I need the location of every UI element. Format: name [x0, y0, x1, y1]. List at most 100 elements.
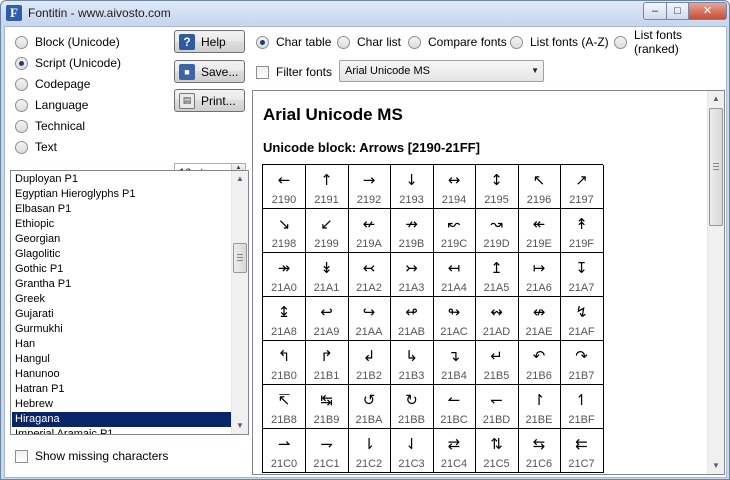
char-cell[interactable]: ↢ 21A2: [348, 253, 391, 297]
list-item[interactable]: Hatran P1: [12, 382, 231, 397]
view-char-list[interactable]: Char list: [337, 34, 401, 50]
char-cell[interactable]: ← 2190: [263, 165, 306, 209]
view-compare-fonts[interactable]: Compare fonts: [408, 34, 507, 50]
minimize-button[interactable]: –: [643, 2, 667, 20]
list-item[interactable]: Glagolitic: [12, 247, 231, 262]
radio-language[interactable]: Language: [15, 97, 88, 113]
list-item[interactable]: Imperial Aramaic P1: [12, 427, 231, 434]
char-cell[interactable]: ↤ 21A4: [433, 253, 476, 297]
char-cell[interactable]: ↛ 219B: [390, 209, 434, 253]
list-item[interactable]: Gujarati: [12, 307, 231, 322]
char-cell[interactable]: ↱ 21B1: [305, 341, 349, 385]
char-cell[interactable]: ⇆ 21C6: [518, 429, 561, 473]
list-item[interactable]: Grantha P1: [12, 277, 231, 292]
char-cell[interactable]: ↰ 21B0: [263, 341, 306, 385]
char-cell[interactable]: ↮ 21AE: [518, 297, 561, 341]
save-button[interactable]: ■ Save...: [174, 60, 245, 83]
char-cell[interactable]: ↚ 219A: [348, 209, 391, 253]
char-cell[interactable]: ↴ 21B4: [433, 341, 476, 385]
list-item[interactable]: Ethiopic: [12, 217, 231, 232]
char-cell[interactable]: ⇄ 21C4: [433, 429, 476, 473]
list-item[interactable]: Egyptian Hieroglyphs P1: [12, 187, 231, 202]
char-cell[interactable]: ↠ 21A0: [263, 253, 306, 297]
char-cell[interactable]: ↕ 2195: [475, 165, 519, 209]
radio-technical[interactable]: Technical: [15, 118, 85, 134]
char-cell[interactable]: ↡ 21A1: [305, 253, 349, 297]
char-cell[interactable]: ↓ 2193: [390, 165, 434, 209]
list-item[interactable]: Hiragana: [12, 412, 231, 427]
radio-script-unicode[interactable]: Script (Unicode): [15, 55, 121, 71]
char-cell[interactable]: ↧ 21A7: [560, 253, 604, 297]
char-cell[interactable]: ↦ 21A6: [518, 253, 561, 297]
char-cell[interactable]: ↵ 21B5: [475, 341, 519, 385]
char-cell[interactable]: ⇀ 21C0: [263, 429, 306, 473]
char-cell[interactable]: ↝ 219D: [475, 209, 519, 253]
list-item[interactable]: Gothic P1: [12, 262, 231, 277]
radio-text[interactable]: Text: [15, 139, 57, 155]
char-cell[interactable]: ↘ 2198: [263, 209, 306, 253]
char-cell[interactable]: ↶ 21B6: [518, 341, 561, 385]
maximize-button[interactable]: □: [667, 2, 689, 20]
close-button[interactable]: ✕: [689, 2, 727, 20]
view-char-table[interactable]: Char table: [256, 34, 331, 50]
char-cell[interactable]: ↞ 219E: [518, 209, 561, 253]
char-cell[interactable]: ↑ 2191: [305, 165, 349, 209]
scroll-down-icon[interactable]: ▼: [232, 418, 248, 434]
char-cell[interactable]: ⇃ 21C3: [390, 429, 434, 473]
view-list-fonts-az[interactable]: List fonts (A-Z): [510, 34, 609, 50]
char-cell[interactable]: ↲ 21B2: [348, 341, 391, 385]
char-cell[interactable]: ↷ 21B7: [560, 341, 604, 385]
radio-codepage[interactable]: Codepage: [15, 76, 90, 92]
char-cell[interactable]: ↾ 21BE: [518, 385, 561, 429]
char-cell[interactable]: ↖ 2196: [518, 165, 561, 209]
char-cell[interactable]: ⇂ 21C2: [348, 429, 391, 473]
scroll-down-icon[interactable]: ▼: [708, 458, 724, 474]
list-item[interactable]: Hanunoo: [12, 367, 231, 382]
list-item[interactable]: Georgian: [12, 232, 231, 247]
show-missing-checkbox[interactable]: Show missing characters: [15, 448, 168, 464]
list-item[interactable]: Greek: [12, 292, 231, 307]
list-item[interactable]: Hebrew: [12, 397, 231, 412]
list-item[interactable]: Han: [12, 337, 231, 352]
title-bar[interactable]: F Fontitin - www.aivosto.com – □ ✕: [1, 1, 729, 25]
filter-fonts-checkbox[interactable]: Filter fonts: [256, 64, 332, 80]
char-cell[interactable]: ↙ 2199: [305, 209, 349, 253]
char-cell[interactable]: → 2192: [348, 165, 391, 209]
char-cell[interactable]: ⇅ 21C5: [475, 429, 519, 473]
print-button[interactable]: ▤ Print...: [174, 89, 245, 112]
char-cell[interactable]: ⇇ 21C7: [560, 429, 604, 473]
char-cell[interactable]: ↜ 219C: [433, 209, 476, 253]
char-cell[interactable]: ↻ 21BB: [390, 385, 434, 429]
radio-block-unicode[interactable]: Block (Unicode): [15, 34, 120, 50]
char-cell[interactable]: ↭ 21AD: [475, 297, 519, 341]
scroll-up-icon[interactable]: ▲: [708, 91, 724, 107]
viewer-scrollbar[interactable]: ▲ ▼: [707, 91, 724, 474]
script-list[interactable]: Duployan P1 Egyptian Hieroglyphs P1 Elbasa…: [10, 170, 249, 435]
char-cell[interactable]: ↽ 21BD: [475, 385, 519, 429]
char-cell[interactable]: ↔ 2194: [433, 165, 476, 209]
list-item[interactable]: Elbasan P1: [12, 202, 231, 217]
char-cell[interactable]: ↸ 21B8: [263, 385, 306, 429]
char-cell[interactable]: ↪ 21AA: [348, 297, 391, 341]
scroll-up-icon[interactable]: ▲: [232, 171, 248, 187]
help-button[interactable]: ? Help: [174, 30, 245, 53]
list-item[interactable]: Hangul: [12, 352, 231, 367]
char-cell[interactable]: ↬ 21AC: [433, 297, 476, 341]
char-cell[interactable]: ↗ 2197: [560, 165, 604, 209]
script-list-scrollbar[interactable]: ▲ ▼: [231, 171, 248, 434]
char-cell[interactable]: ↫ 21AB: [390, 297, 434, 341]
char-cell[interactable]: ↹ 21B9: [305, 385, 349, 429]
char-cell[interactable]: ⇁ 21C1: [305, 429, 349, 473]
scroll-thumb[interactable]: [233, 243, 247, 273]
font-select[interactable]: Arial Unicode MS ▼: [339, 60, 544, 82]
scroll-thumb[interactable]: [709, 108, 723, 226]
char-cell[interactable]: ↨ 21A8: [263, 297, 306, 341]
list-item[interactable]: Gurmukhi: [12, 322, 231, 337]
char-cell[interactable]: ↼ 21BC: [433, 385, 476, 429]
char-cell[interactable]: ↯ 21AF: [560, 297, 604, 341]
char-cell[interactable]: ↩ 21A9: [305, 297, 349, 341]
char-cell[interactable]: ↥ 21A5: [475, 253, 519, 297]
char-cell[interactable]: ↳ 21B3: [390, 341, 434, 385]
char-cell[interactable]: ↺ 21BA: [348, 385, 391, 429]
view-list-fonts-ranked[interactable]: List fonts (ranked): [614, 28, 726, 56]
